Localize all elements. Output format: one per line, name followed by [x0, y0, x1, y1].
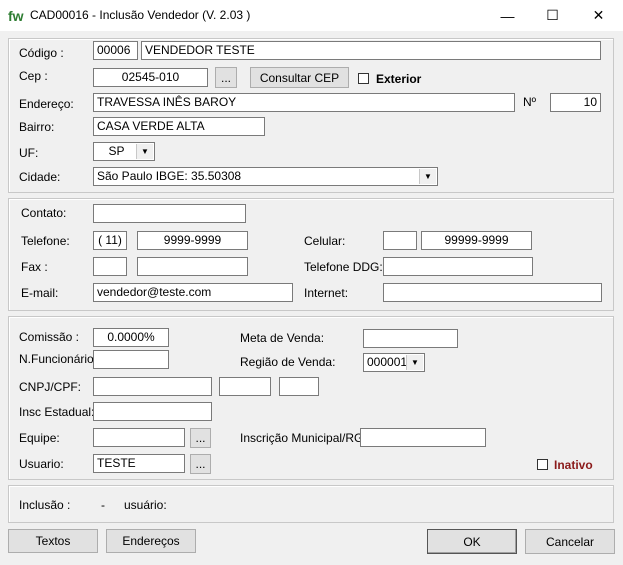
- email-field[interactable]: vendedor@teste.com: [93, 283, 293, 302]
- nome-field[interactable]: VENDEDOR TESTE: [141, 41, 601, 60]
- usuario-status-label: usuário:: [124, 498, 167, 512]
- fax-field[interactable]: [137, 257, 248, 276]
- textos-button[interactable]: Textos: [8, 529, 98, 553]
- codigo-label: Código :: [19, 46, 64, 60]
- chevron-down-icon[interactable]: ▼: [419, 169, 436, 184]
- cidade-value: São Paulo IBGE: 35.50308: [97, 169, 242, 183]
- insc-municipal-field[interactable]: [360, 428, 486, 447]
- chevron-down-icon[interactable]: ▼: [406, 355, 423, 370]
- cep-lookup-button[interactable]: ...: [215, 67, 237, 88]
- status-group: [8, 485, 614, 523]
- cep-field[interactable]: 02545-010: [93, 68, 208, 87]
- close-icon[interactable]: ✕: [576, 0, 621, 31]
- meta-label: Meta de Venda:: [240, 331, 325, 345]
- uf-label: UF:: [19, 146, 39, 160]
- regiao-select[interactable]: 000001 ▼: [363, 353, 425, 372]
- telefone-field[interactable]: 9999-9999: [137, 231, 248, 250]
- nfunc-label: N.Funcionário:: [19, 352, 98, 366]
- endereco-label: Endereço:: [19, 97, 74, 111]
- regiao-label: Região de Venda:: [240, 355, 336, 369]
- inclusao-value: -: [101, 498, 105, 512]
- equipe-label: Equipe:: [19, 431, 60, 445]
- inativo-checkbox[interactable]: [537, 459, 548, 470]
- fax-ddd-field[interactable]: [93, 257, 127, 276]
- inativo-label: Inativo: [554, 458, 593, 472]
- contato-field[interactable]: [93, 204, 246, 223]
- maximize-icon[interactable]: ☐: [530, 0, 575, 31]
- bairro-field[interactable]: CASA VERDE ALTA: [93, 117, 265, 136]
- celular-label: Celular:: [304, 234, 346, 248]
- fax-label: Fax :: [21, 260, 48, 274]
- endereco-field[interactable]: TRAVESSA INÊS BAROY: [93, 93, 515, 112]
- telefone-label: Telefone:: [21, 234, 70, 248]
- exterior-checkbox[interactable]: [358, 73, 369, 84]
- insc-municipal-label: Inscrição Municipal/RG:: [240, 431, 367, 445]
- uf-select[interactable]: SP ▼: [93, 142, 155, 161]
- email-label: E-mail:: [21, 286, 59, 300]
- cnpj-label: CNPJ/CPF:: [19, 380, 82, 394]
- telefone-ddg-field[interactable]: [383, 257, 533, 276]
- nfunc-field[interactable]: [93, 350, 169, 369]
- usuario-lookup-button[interactable]: ...: [190, 454, 211, 474]
- celular-ddd-field[interactable]: [383, 231, 417, 250]
- exterior-label: Exterior: [376, 72, 422, 86]
- insc-estadual-label: Insc Estadual:: [19, 405, 95, 419]
- regiao-value: 000001: [367, 355, 408, 369]
- numero-field[interactable]: 10: [550, 93, 601, 112]
- bairro-label: Bairro:: [19, 120, 55, 134]
- comissao-label: Comissão :: [19, 330, 80, 344]
- consultar-cep-button[interactable]: Consultar CEP: [250, 67, 349, 88]
- minimize-icon[interactable]: —: [485, 0, 530, 31]
- app-logo: fw: [8, 8, 24, 24]
- cnpj-field-2[interactable]: [219, 377, 271, 396]
- comissao-field[interactable]: 0.0000%: [93, 328, 169, 347]
- cep-label: Cep :: [19, 69, 48, 83]
- cancelar-button[interactable]: Cancelar: [525, 529, 615, 554]
- cidade-label: Cidade:: [19, 170, 61, 184]
- uf-value: SP: [108, 144, 125, 158]
- numero-label: Nº: [523, 95, 537, 109]
- inclusao-label: Inclusão :: [19, 498, 71, 512]
- meta-field[interactable]: [363, 329, 458, 348]
- telefone-ddg-label: Telefone DDG:: [304, 260, 383, 274]
- contato-label: Contato:: [21, 206, 67, 220]
- internet-field[interactable]: [383, 283, 602, 302]
- cnpj-field-3[interactable]: [279, 377, 319, 396]
- cidade-select[interactable]: São Paulo IBGE: 35.50308 ▼: [93, 167, 438, 186]
- window-title: CAD00016 - Inclusão Vendedor (V. 2.03 ): [30, 8, 251, 22]
- usuario-label: Usuario:: [19, 457, 64, 471]
- codigo-field[interactable]: 00006: [93, 41, 138, 60]
- equipe-field[interactable]: [93, 428, 185, 447]
- ok-button[interactable]: OK: [427, 529, 517, 554]
- chevron-down-icon[interactable]: ▼: [136, 144, 153, 159]
- internet-label: Internet:: [304, 286, 349, 300]
- telefone-ddd-field[interactable]: ( 11): [93, 231, 127, 250]
- celular-field[interactable]: 99999-9999: [421, 231, 532, 250]
- cnpj-field[interactable]: [93, 377, 212, 396]
- enderecos-button[interactable]: Endereços: [106, 529, 196, 553]
- usuario-field[interactable]: TESTE: [93, 454, 185, 473]
- insc-estadual-field[interactable]: [93, 402, 212, 421]
- equipe-lookup-button[interactable]: ...: [190, 428, 211, 448]
